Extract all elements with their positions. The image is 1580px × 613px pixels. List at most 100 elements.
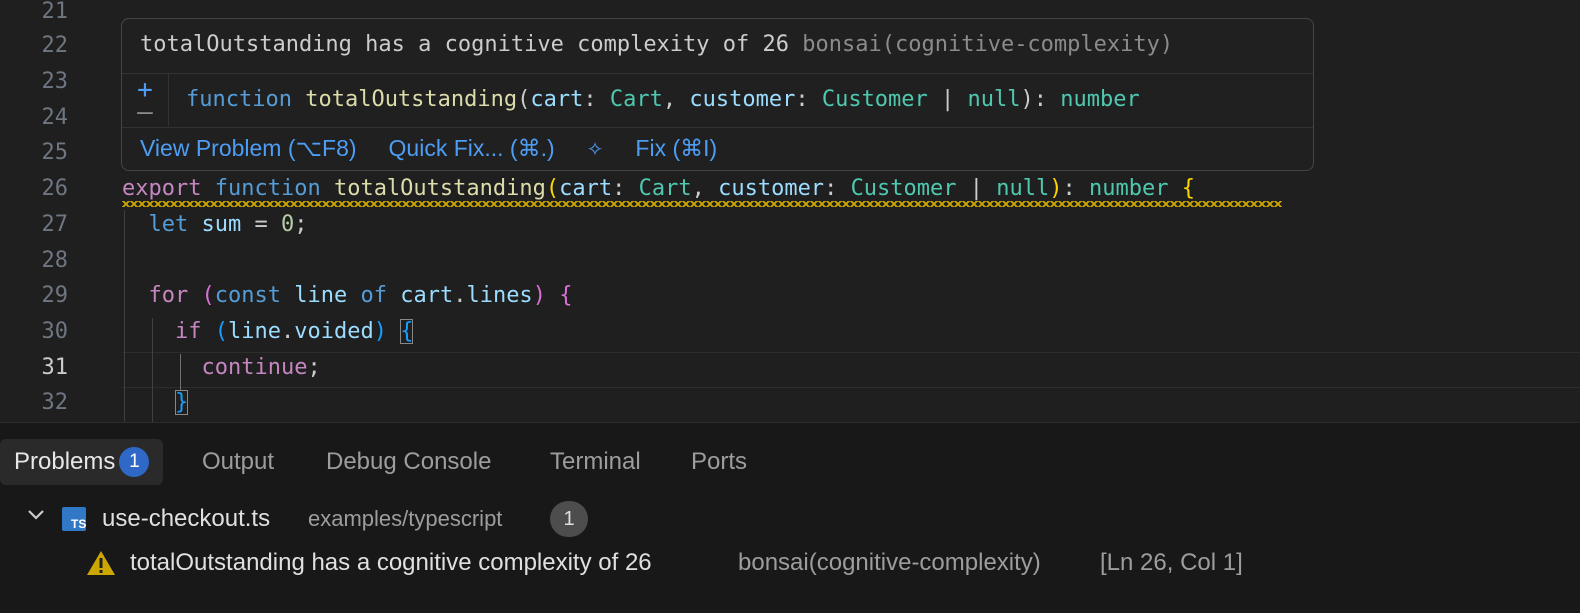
problems-count-badge: 1 — [119, 447, 150, 477]
warning-icon — [87, 551, 115, 575]
fix-link[interactable]: ✧ Fix (⌘I) — [587, 135, 750, 161]
line-number: 30 — [41, 319, 69, 344]
token-paren: ) — [1049, 176, 1063, 201]
token-if: if — [174, 319, 202, 344]
token-const: const — [214, 283, 281, 308]
line-number-active: 31 — [41, 355, 69, 380]
token-type: Cart — [609, 87, 663, 112]
token-variable: sum — [201, 212, 242, 237]
token-operator: = — [241, 212, 281, 237]
token-brace: { — [559, 283, 573, 308]
tab-label: Problems — [14, 448, 116, 475]
expand-collapse-control[interactable]: + — — [122, 74, 169, 126]
token-paren: ) — [373, 319, 387, 344]
line-number: 22 — [41, 33, 69, 58]
token-function-name: totalOutstanding — [333, 176, 546, 201]
token-variable: line — [294, 283, 348, 308]
quick-fix-link[interactable]: Quick Fix... (⌘.) — [389, 135, 555, 161]
token-return-type: number — [1089, 176, 1169, 201]
minus-icon[interactable]: — — [122, 99, 168, 125]
token-paren: ( — [517, 87, 531, 112]
token-variable: cart — [400, 283, 454, 308]
token-continue: continue — [201, 355, 308, 380]
file-path: examples/typescript — [308, 506, 503, 531]
token-type: Customer — [821, 87, 928, 112]
token-function: function — [186, 87, 292, 112]
token-pipe: | — [956, 176, 997, 201]
token-for: for — [148, 283, 189, 308]
problem-file-row[interactable]: TS use-checkout.ts examples/typescript 1 — [0, 497, 1580, 541]
code-line-27[interactable]: 27 let sum = 0; — [0, 207, 1580, 243]
line-number: 27 — [41, 212, 69, 237]
token-dot: . — [453, 283, 467, 308]
token-property: voided — [294, 319, 374, 344]
tab-debug-console[interactable]: Debug Console — [326, 439, 491, 485]
code-line-31[interactable]: 31 continue; — [0, 350, 1580, 386]
token-colon: : — [612, 176, 639, 201]
tab-problems[interactable]: Problems 1 — [0, 439, 164, 485]
token-paren: ( — [201, 283, 215, 308]
token-param: customer — [689, 87, 796, 112]
token-return-type: number — [1060, 87, 1140, 112]
code-text: for (const line of cart.lines) { — [122, 278, 573, 314]
code-text: } — [122, 385, 189, 421]
token-param: cart — [530, 87, 584, 112]
token-paren: ) — [1020, 87, 1034, 112]
code-line-28[interactable]: 28 — [0, 243, 1580, 279]
token-type: Customer — [850, 176, 957, 201]
token-colon: : — [583, 87, 610, 112]
code-line-30[interactable]: 30 if (line.voided) { — [0, 314, 1580, 350]
file-problem-count: 1 — [550, 501, 588, 537]
token-null: null — [996, 176, 1050, 201]
tab-ports[interactable]: Ports — [691, 439, 747, 485]
token-semicolon: ; — [307, 355, 321, 380]
hover-tooltip[interactable]: totalOutstanding has a cognitive complex… — [121, 18, 1314, 171]
token-dot: . — [280, 319, 295, 344]
code-text: let sum = 0; — [122, 207, 308, 243]
token-type: Cart — [638, 176, 692, 201]
problem-source: bonsai(cognitive-complexity) — [738, 549, 1041, 576]
hover-message: totalOutstanding has a cognitive complex… — [140, 29, 1173, 61]
token-function: function — [214, 176, 321, 201]
code-text: continue; — [122, 350, 321, 386]
line-number: 32 — [41, 390, 69, 415]
hover-message-text: totalOutstanding has a cognitive complex… — [140, 32, 790, 57]
line-number: 28 — [41, 248, 69, 273]
bottom-panel: Problems 1 Output Debug Console Terminal … — [0, 422, 1580, 613]
chevron-down-icon[interactable] — [26, 505, 46, 525]
line-number: 25 — [41, 140, 69, 165]
code-line-32[interactable]: 32 } — [0, 385, 1580, 421]
line-number: 26 — [41, 176, 69, 201]
code-line-29[interactable]: 29 for (const line of cart.lines) { — [0, 278, 1580, 314]
tab-terminal[interactable]: Terminal — [550, 439, 641, 485]
line-number: 29 — [41, 283, 69, 308]
token-paren: ( — [545, 176, 560, 201]
token-brace-matched: } — [174, 390, 189, 415]
code-editor[interactable]: 21 22 23 24 25 26 export function totalO… — [0, 0, 1580, 422]
token-of: of — [360, 283, 387, 308]
token-paren: ( — [214, 319, 228, 344]
token-semicolon: ; — [294, 212, 308, 237]
sparkle-icon: ✧ — [586, 139, 604, 161]
problem-message: totalOutstanding has a cognitive complex… — [130, 549, 652, 576]
token-brace-matched: { — [400, 319, 414, 344]
line-number: 21 — [41, 0, 69, 24]
problem-location: [Ln 26, Col 1] — [1100, 549, 1243, 576]
hover-actions: View Problem (⌥F8) Quick Fix... (⌘.) ✧ Fix … — [140, 131, 781, 167]
token-colon: : — [1033, 87, 1061, 112]
token-param: customer — [718, 176, 825, 201]
token-comma: , — [662, 87, 690, 112]
problem-row[interactable]: totalOutstanding has a cognitive complex… — [0, 541, 1580, 585]
token-let: let — [148, 212, 189, 237]
token-property: lines — [466, 283, 533, 308]
token-function-name: totalOutstanding — [305, 87, 518, 112]
fix-link-label: Fix (⌘I) — [635, 135, 718, 161]
file-name: use-checkout.ts — [102, 505, 271, 532]
hover-code-preview: + — function totalOutstanding(cart: Cart… — [122, 73, 1313, 128]
view-problem-link[interactable]: View Problem (⌥F8) — [140, 135, 357, 161]
typescript-file-icon: TS — [62, 507, 86, 531]
tab-output[interactable]: Output — [202, 439, 274, 485]
token-number: 0 — [281, 212, 295, 237]
code-text: if (line.voided) { — [122, 314, 414, 350]
hover-signature: function totalOutstanding(cart: Cart, cu… — [186, 84, 1140, 116]
